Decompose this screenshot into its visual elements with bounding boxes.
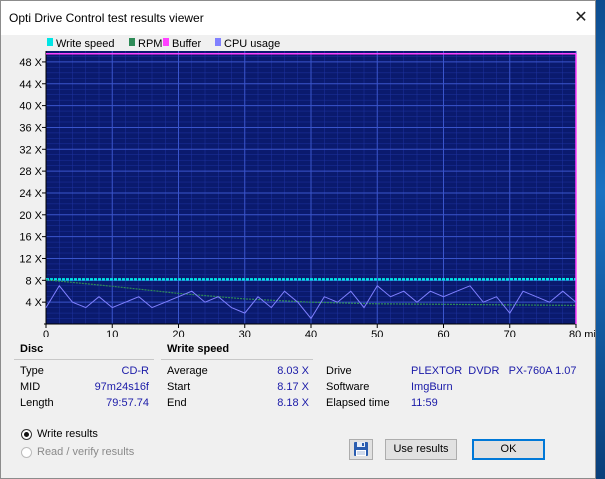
software-value: ImgBurn xyxy=(411,381,453,393)
x-tick-label: 70 xyxy=(504,329,516,337)
y-tick-label: 36 X xyxy=(19,122,42,134)
x-tick-label: 50 xyxy=(371,329,383,337)
end-value: 8.18 X xyxy=(277,397,309,409)
average-label: Average xyxy=(167,365,208,377)
legend-label-3: CPU usage xyxy=(224,38,280,50)
y-tick-label: 12 X xyxy=(19,253,42,265)
y-tick-label: 8 X xyxy=(25,275,42,287)
y-tick-label: 28 X xyxy=(19,166,42,178)
start-value: 8.17 X xyxy=(277,381,309,393)
read-verify-radio xyxy=(21,447,32,458)
desktop-background xyxy=(596,0,605,479)
y-tick-label: 20 X xyxy=(19,210,42,222)
write-results-label[interactable]: Write results xyxy=(37,428,98,440)
start-label: Start xyxy=(167,381,191,393)
y-tick-label: 44 X xyxy=(19,79,42,91)
disc-type-value: CD-R xyxy=(121,365,150,377)
legend-swatch-0 xyxy=(47,38,53,46)
legend-swatch-2 xyxy=(163,38,169,46)
y-tick-label: 32 X xyxy=(19,144,42,156)
disc-divider xyxy=(14,359,154,360)
legend-swatch-1 xyxy=(129,38,135,46)
elapsed-time-label: Elapsed time xyxy=(326,397,390,409)
speed-chart: Write speed RPM Buffer CPU usage 4 X 8 X 12 X 1… xyxy=(19,38,595,337)
x-tick-label: 0 xyxy=(43,329,49,337)
legend-label-0: Write speed xyxy=(56,38,115,50)
y-tick-label: 24 X xyxy=(19,188,42,200)
save-button[interactable] xyxy=(349,439,373,460)
software-label: Software xyxy=(326,381,370,393)
floppy-disk-icon xyxy=(354,442,368,456)
drive-label: Drive xyxy=(326,365,352,377)
x-tick-label: 20 xyxy=(172,329,184,337)
title-bar: Opti Drive Control test results viewer ✕ xyxy=(1,1,595,35)
x-tick-label: 40 xyxy=(305,329,317,337)
x-tick-label: 10 xyxy=(106,329,118,337)
y-tick-label: 4 X xyxy=(25,297,42,309)
ok-button[interactable]: OK xyxy=(472,439,545,460)
disc-length-label: Length xyxy=(20,397,54,409)
read-verify-label: Read / verify results xyxy=(37,446,135,458)
close-icon[interactable]: ✕ xyxy=(567,5,595,31)
use-results-button[interactable]: Use results xyxy=(385,439,457,460)
average-value: 8.03 X xyxy=(277,365,309,377)
end-label: End xyxy=(167,397,187,409)
window-title: Opti Drive Control test results viewer xyxy=(9,11,204,25)
legend-label-2: Buffer xyxy=(172,38,201,50)
disc-heading: Disc xyxy=(20,343,44,355)
write-results-radio[interactable] xyxy=(21,429,32,440)
results-viewer-window: Opti Drive Control test results viewer ✕… xyxy=(0,0,596,479)
y-tick-label: 48 X xyxy=(19,57,42,69)
disc-mid-value: 97m24s16f xyxy=(94,381,149,393)
elapsed-time-value: 11:59 xyxy=(411,397,438,409)
legend-label-1: RPM xyxy=(138,38,162,50)
y-tick-label: 40 X xyxy=(19,101,42,113)
write-speed-heading: Write speed xyxy=(167,343,230,355)
disc-mid-label: MID xyxy=(20,381,41,393)
write-speed-divider xyxy=(161,359,313,360)
x-tick-label: 30 xyxy=(239,329,251,337)
y-tick-label: 16 X xyxy=(19,232,42,244)
legend-swatch-3 xyxy=(215,38,221,46)
disc-length-value: 79:57.74 xyxy=(106,397,149,409)
drive-value: PLEXTOR DVDR PX-760A 1.07 xyxy=(411,365,577,377)
x-tick-label: 60 xyxy=(437,329,449,337)
x-tick-label: 80 min xyxy=(569,329,595,337)
disc-type-label: Type xyxy=(20,365,44,377)
